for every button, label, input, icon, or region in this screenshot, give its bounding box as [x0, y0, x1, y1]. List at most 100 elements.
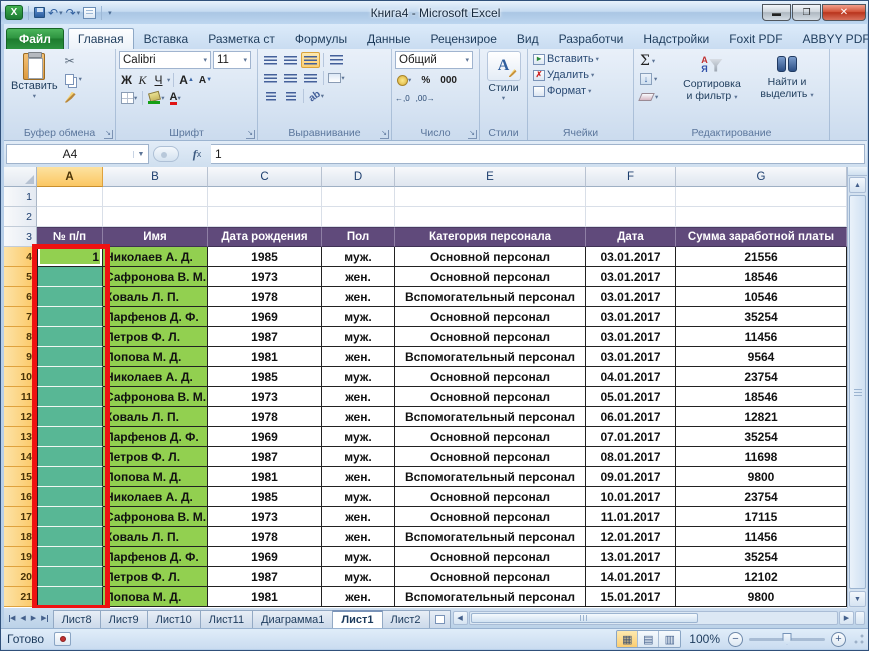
cell-G14[interactable]: 11698: [676, 447, 847, 467]
cell-F3[interactable]: Дата: [586, 227, 676, 247]
cell-E1[interactable]: [395, 187, 586, 207]
column-header-D[interactable]: D: [322, 167, 395, 187]
horizontal-scrollbar[interactable]: ◀ ▶: [451, 608, 867, 628]
cell-C1[interactable]: [208, 187, 322, 207]
cell-F14[interactable]: 08.01.2017: [586, 447, 676, 467]
autosum-button[interactable]: Σ▾: [638, 53, 672, 69]
row-header-4[interactable]: 4: [4, 247, 37, 267]
cell-F1[interactable]: [586, 187, 676, 207]
cell-D4[interactable]: муж.: [322, 247, 395, 267]
align-right-button[interactable]: [301, 70, 320, 86]
wrap-text-button[interactable]: [327, 52, 346, 68]
tab-Формулы[interactable]: Формулы: [285, 28, 357, 49]
cell-F10[interactable]: 04.01.2017: [586, 367, 676, 387]
insert-function-button[interactable]: fx: [183, 144, 211, 164]
cell-B13[interactable]: Парфенов Д. Ф.: [103, 427, 208, 447]
delete-cells-button[interactable]: ✗Удалить▾: [531, 67, 630, 83]
cell-C9[interactable]: 1981: [208, 347, 322, 367]
align-center-button[interactable]: [281, 70, 300, 86]
tab-ABBYY PDF T[interactable]: ABBYY PDF T: [793, 28, 869, 49]
cell-E20[interactable]: Основной персонал: [395, 567, 586, 587]
row-header-21[interactable]: 21: [4, 587, 37, 607]
cell-E9[interactable]: Вспомогательный персонал: [395, 347, 586, 367]
cell-F20[interactable]: 14.01.2017: [586, 567, 676, 587]
cell-F8[interactable]: 03.01.2017: [586, 327, 676, 347]
cell-B6[interactable]: Коваль Л. П.: [103, 287, 208, 307]
cell-F2[interactable]: [586, 207, 676, 227]
decrease-indent-button[interactable]: [261, 88, 280, 104]
column-header-B[interactable]: B: [103, 167, 208, 187]
tab-Данные[interactable]: Данные: [357, 28, 420, 49]
align-middle-button[interactable]: [281, 52, 300, 68]
cell-F18[interactable]: 12.01.2017: [586, 527, 676, 547]
row-header-9[interactable]: 9: [4, 347, 37, 367]
normal-view-button[interactable]: ▦: [617, 631, 638, 647]
sheet-tab-Лист11[interactable]: Лист11: [200, 610, 253, 628]
increase-font-button[interactable]: А▲: [177, 72, 196, 88]
cell-D8[interactable]: муж.: [322, 327, 395, 347]
cell-A12[interactable]: [37, 407, 103, 427]
cell-G15[interactable]: 9800: [676, 467, 847, 487]
cell-B3[interactable]: Имя: [103, 227, 208, 247]
row-header-6[interactable]: 6: [4, 287, 37, 307]
row-header-14[interactable]: 14: [4, 447, 37, 467]
cell-A21[interactable]: [37, 587, 103, 607]
column-header-F[interactable]: F: [586, 167, 676, 187]
row-header-11[interactable]: 11: [4, 387, 37, 407]
insert-worksheet-button[interactable]: [429, 610, 451, 628]
row-header-17[interactable]: 17: [4, 507, 37, 527]
cell-A20[interactable]: [37, 567, 103, 587]
row-header-10[interactable]: 10: [4, 367, 37, 387]
align-left-button[interactable]: [261, 70, 280, 86]
row-header-13[interactable]: 13: [4, 427, 37, 447]
cell-E8[interactable]: Основной персонал: [395, 327, 586, 347]
font-family-select[interactable]: Calibri▾: [119, 51, 211, 69]
cell-G4[interactable]: 21556: [676, 247, 847, 267]
cell-A11[interactable]: [37, 387, 103, 407]
cell-A15[interactable]: [37, 467, 103, 487]
clear-button[interactable]: ▾: [638, 89, 672, 105]
cell-D11[interactable]: жен.: [322, 387, 395, 407]
cell-G5[interactable]: 18546: [676, 267, 847, 287]
row-header-16[interactable]: 16: [4, 487, 37, 507]
cell-D5[interactable]: жен.: [322, 267, 395, 287]
cell-G18[interactable]: 11456: [676, 527, 847, 547]
cell-A10[interactable]: [37, 367, 103, 387]
cell-B2[interactable]: [103, 207, 208, 227]
styles-button[interactable]: A: [487, 51, 521, 81]
name-box[interactable]: A4 ▼: [6, 144, 149, 164]
cell-B14[interactable]: Петров Ф. Л.: [103, 447, 208, 467]
decrease-decimal-button[interactable]: ,00→: [416, 94, 435, 103]
cell-E12[interactable]: Вспомогательный персонал: [395, 407, 586, 427]
copy-button[interactable]: ▾: [63, 71, 84, 87]
cell-A4[interactable]: 1: [37, 247, 103, 267]
zoom-in-button[interactable]: +: [831, 632, 846, 647]
last-sheet-button[interactable]: ▶: [39, 612, 49, 624]
number-format-select[interactable]: Общий▾: [395, 51, 473, 69]
row-header-19[interactable]: 19: [4, 547, 37, 567]
cell-E19[interactable]: Основной персонал: [395, 547, 586, 567]
cell-D14[interactable]: муж.: [322, 447, 395, 467]
cell-A7[interactable]: [37, 307, 103, 327]
cell-A9[interactable]: [37, 347, 103, 367]
format-painter-button[interactable]: [63, 89, 84, 105]
cell-E10[interactable]: Основной персонал: [395, 367, 586, 387]
cell-G7[interactable]: 35254: [676, 307, 847, 327]
cell-F15[interactable]: 09.01.2017: [586, 467, 676, 487]
cell-C6[interactable]: 1978: [208, 287, 322, 307]
cell-D12[interactable]: жен.: [322, 407, 395, 427]
cell-C7[interactable]: 1969: [208, 307, 322, 327]
cell-A14[interactable]: [37, 447, 103, 467]
row-header-7[interactable]: 7: [4, 307, 37, 327]
cell-B4[interactable]: Николаев А. Д.: [103, 247, 208, 267]
cell-E2[interactable]: [395, 207, 586, 227]
cell-G12[interactable]: 12821: [676, 407, 847, 427]
cell-E17[interactable]: Основной персонал: [395, 507, 586, 527]
tab-Надстройки[interactable]: Надстройки: [633, 28, 719, 49]
sheet-tab-Лист2[interactable]: Лист2: [382, 610, 430, 628]
horizontal-scroll-track[interactable]: [469, 611, 838, 625]
cell-D17[interactable]: жен.: [322, 507, 395, 527]
cell-F21[interactable]: 15.01.2017: [586, 587, 676, 607]
tab-Рецензирое[interactable]: Рецензирое: [420, 28, 506, 49]
customize-qat-button[interactable]: ▾: [107, 5, 112, 21]
